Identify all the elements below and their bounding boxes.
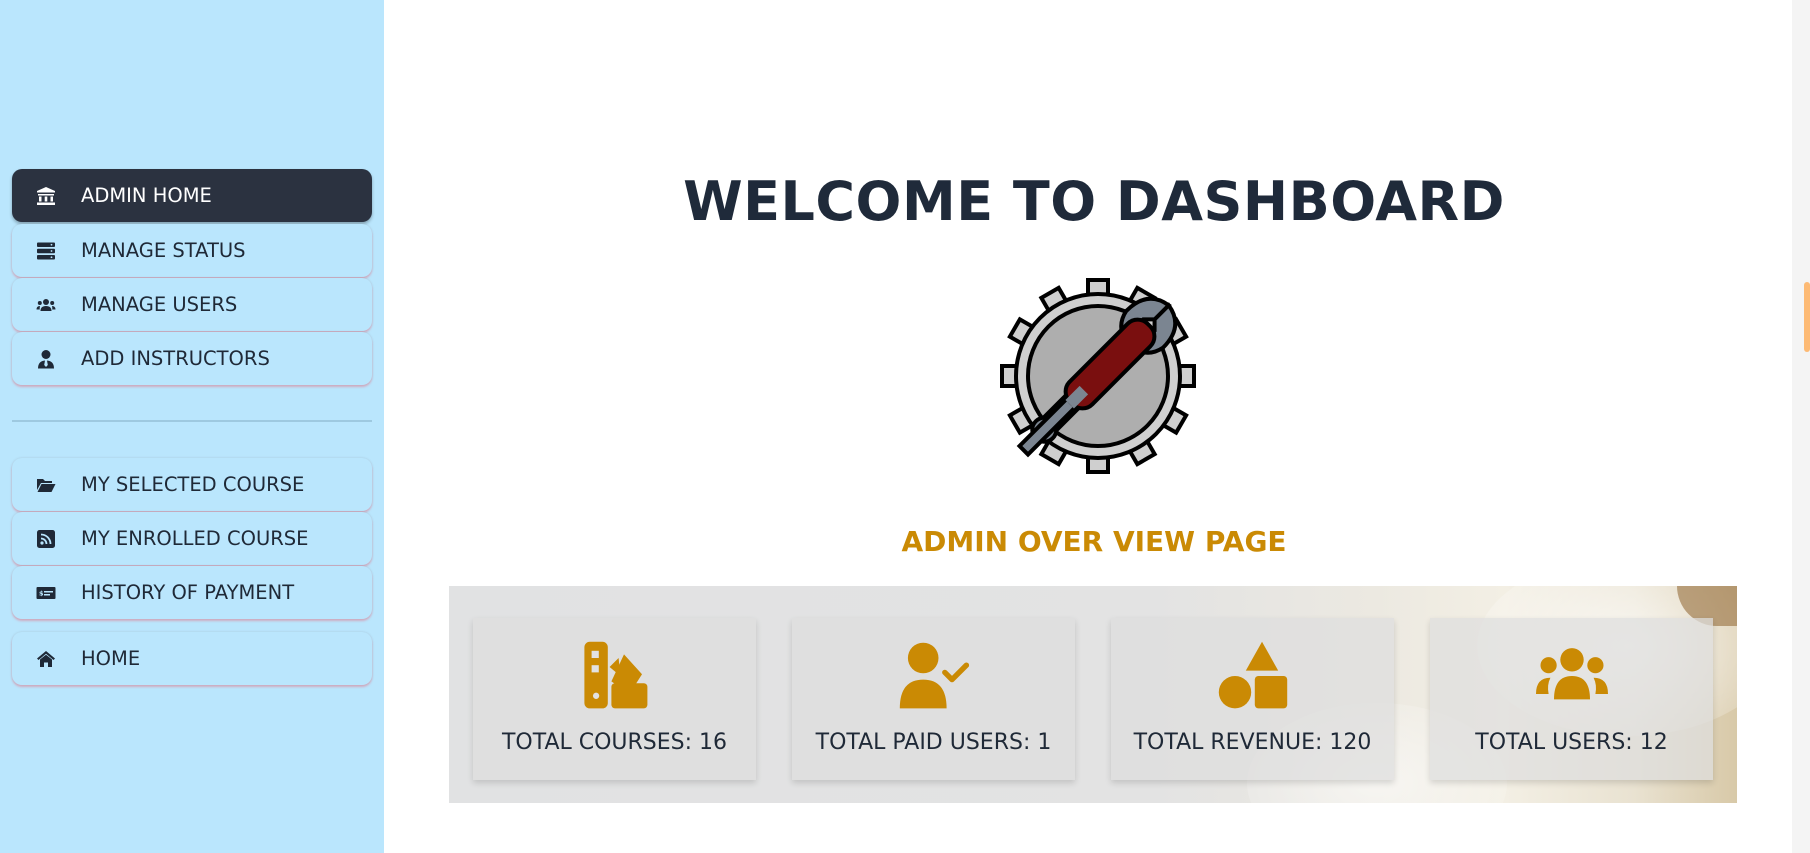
sidebar-item-my-enrolled-course[interactable]: MY ENROLLED COURSE	[12, 512, 372, 565]
sidebar-item-label: MANAGE STATUS	[81, 239, 246, 262]
sidebar-item-label: HISTORY OF PAYMENT	[81, 581, 295, 604]
sidebar-item-add-instructors[interactable]: ADD INSTRUCTORS	[12, 332, 372, 385]
users-icon	[1430, 640, 1713, 712]
section-subtitle: ADMIN OVER VIEW PAGE	[901, 525, 1287, 558]
stat-label: TOTAL REVENUE: 120	[1133, 730, 1372, 755]
stat-label: TOTAL PAID USERS: 1	[815, 730, 1052, 755]
stats-panel: TOTAL COURSES: 16 TOTAL PAID USERS: 1 TO…	[449, 586, 1737, 803]
user-check-icon	[792, 640, 1075, 712]
stat-card-total-paid-users: TOTAL PAID USERS: 1	[792, 618, 1075, 780]
sidebar-item-admin-home[interactable]: ADMIN HOME	[12, 169, 372, 222]
stat-label: TOTAL USERS: 12	[1475, 730, 1668, 755]
sidebar-item-label: ADD INSTRUCTORS	[81, 347, 270, 370]
stat-card-total-users: TOTAL USERS: 12	[1430, 618, 1713, 780]
sidebar: ADMIN HOME MANAGE STATUS MANAGE USERS AD…	[0, 0, 384, 853]
sidebar-item-label: MY SELECTED COURSE	[81, 473, 305, 496]
folder-open-icon	[35, 474, 57, 496]
server-icon	[35, 240, 57, 262]
main-content: WELCOME TO DASHBOARD ADMIN OVER VIEW PAG…	[384, 0, 1792, 853]
svg-text:$: $	[39, 589, 44, 597]
stat-card-total-revenue: TOTAL REVENUE: 120	[1111, 618, 1394, 780]
shapes-icon	[1111, 640, 1394, 712]
scrollbar-track[interactable]	[1792, 0, 1810, 853]
page-title: WELCOME TO DASHBOARD	[683, 170, 1505, 233]
swatchbook-icon	[473, 640, 756, 712]
scrollbar-thumb[interactable]	[1804, 282, 1810, 352]
settings-tools-icon	[998, 276, 1198, 476]
institution-icon	[35, 185, 57, 207]
users-icon	[35, 294, 57, 316]
sidebar-item-label: HOME	[81, 647, 141, 670]
stat-card-total-courses: TOTAL COURSES: 16	[473, 618, 756, 780]
sidebar-item-history-of-payment[interactable]: $ HISTORY OF PAYMENT	[12, 566, 372, 619]
sidebar-item-label: MANAGE USERS	[81, 293, 238, 316]
stat-label: TOTAL COURSES: 16	[501, 730, 728, 755]
sidebar-item-home[interactable]: HOME	[12, 632, 372, 685]
rss-square-icon	[35, 528, 57, 550]
sidebar-item-my-selected-course[interactable]: MY SELECTED COURSE	[12, 458, 372, 511]
user-tie-icon	[35, 348, 57, 370]
sidebar-divider	[12, 420, 372, 422]
sidebar-item-manage-status[interactable]: MANAGE STATUS	[12, 224, 372, 277]
sidebar-item-label: ADMIN HOME	[81, 184, 212, 207]
home-icon	[35, 648, 57, 670]
money-check-icon: $	[35, 582, 57, 604]
sidebar-item-manage-users[interactable]: MANAGE USERS	[12, 278, 372, 331]
sidebar-item-label: MY ENROLLED COURSE	[81, 527, 309, 550]
